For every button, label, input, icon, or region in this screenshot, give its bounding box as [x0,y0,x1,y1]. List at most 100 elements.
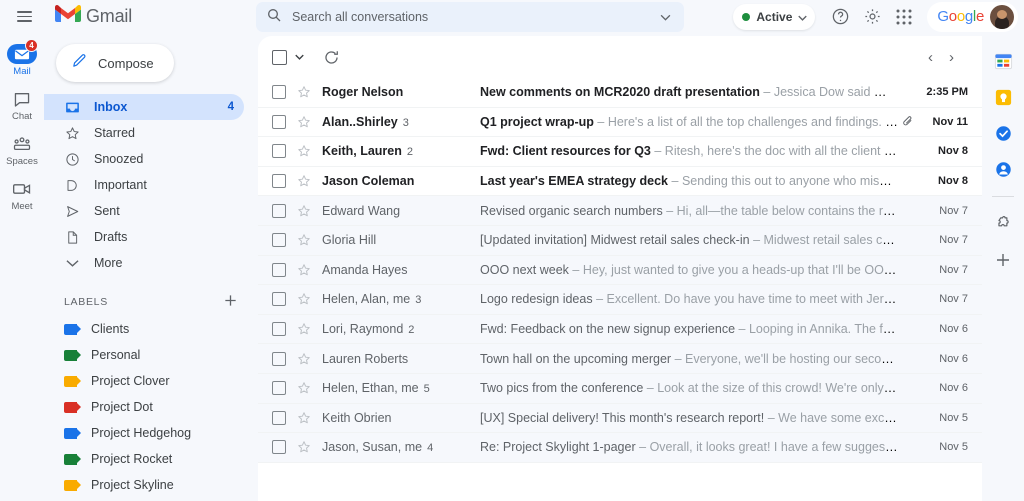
sidebar-item-starred[interactable]: Starred [44,120,244,146]
table-row[interactable]: Alan..Shirley 3 Q1 project wrap-up – Her… [258,107,982,138]
row-checkbox[interactable] [272,114,286,129]
rail-item-meet[interactable]: Meet [0,174,44,216]
label-item-personal[interactable]: Personal [44,342,244,368]
search-bar[interactable] [256,2,684,32]
compose-button[interactable]: Compose [56,44,174,82]
star-icon[interactable] [296,292,312,306]
row-checkbox[interactable] [272,322,286,337]
row-checkbox[interactable] [272,292,286,307]
chevron-right-icon[interactable]: › [949,50,954,65]
plus-icon[interactable] [992,249,1014,271]
row-sender: Amanda Hayes [322,263,472,277]
chevron-down-icon[interactable] [798,8,808,26]
star-icon[interactable] [296,85,312,99]
label-item-project-dot[interactable]: Project Dot [44,394,244,420]
label-item-clients[interactable]: Clients [44,316,244,342]
select-all-checkbox[interactable] [272,49,287,65]
label-item-project-rocket[interactable]: Project Rocket [44,446,244,472]
row-snippet: – Look at the size of this crowd! We're … [646,381,898,396]
row-checkbox[interactable] [272,351,286,366]
table-row[interactable]: Keith Obrien [UX] Special delivery! This… [258,403,982,434]
table-row[interactable]: Helen, Ethan, me 5 Two pics from the con… [258,373,982,404]
table-row[interactable]: Gloria Hill [Updated invitation] Midwest… [258,225,982,256]
row-checkbox[interactable] [272,144,286,159]
star-icon[interactable] [296,411,312,425]
hamburger-icon[interactable] [8,0,41,33]
sidebar-item-snoozed[interactable]: Snoozed [44,146,244,172]
row-checkbox[interactable] [272,85,286,100]
label-item-project-clover[interactable]: Project Clover [44,368,244,394]
refresh-icon[interactable] [320,46,342,68]
help-icon[interactable] [825,2,855,32]
chevron-down-icon[interactable] [656,8,674,26]
select-all-chevron-down-icon[interactable] [292,54,306,60]
star-icon[interactable] [296,233,312,247]
contacts-icon[interactable] [992,158,1014,180]
table-row[interactable]: Roger Nelson New comments on MCR2020 dra… [258,78,982,108]
row-sender: Jason, Susan, me 4 [322,440,472,454]
star-icon[interactable] [296,144,312,158]
row-checkbox[interactable] [272,174,286,189]
rail-item-spaces[interactable]: Spaces [0,129,44,171]
star-icon[interactable] [296,322,312,336]
apps-grid-icon[interactable] [889,2,919,32]
star-icon[interactable] [296,352,312,366]
table-row[interactable]: Lori, Raymond 2 Fwd: Feedback on the new… [258,314,982,345]
table-row[interactable]: Amanda Hayes OOO next week – Hey, just w… [258,255,982,286]
star-icon[interactable] [296,174,312,188]
search-input[interactable] [292,10,656,24]
table-row[interactable]: Keith, Lauren 2 Fwd: Client resources fo… [258,137,982,167]
row-checkbox[interactable] [272,262,286,277]
tasks-icon[interactable] [992,122,1014,144]
avatar[interactable] [990,4,1014,29]
row-subject: Fwd: Feedback on the new signup experien… [480,322,736,337]
sidebar-item-inbox[interactable]: Inbox 4 [44,94,244,120]
table-row[interactable]: Jason Coleman Last year's EMEA strategy … [258,166,982,197]
table-row[interactable]: Jason, Susan, me 4 Re: Project Skylight … [258,433,982,463]
label-color-icon [64,323,81,335]
star-icon[interactable] [296,381,312,395]
sender-name: Edward Wang [322,203,401,218]
row-subject: [UX] Special delivery! This month's rese… [480,410,765,425]
chevron-left-icon[interactable]: ‹ [928,50,933,65]
puzzle-addon-icon[interactable] [992,213,1014,235]
row-snippet: – Jessica Dow said What about Eva... [763,85,898,100]
row-sender: Helen, Alan, me 3 [322,292,472,306]
star-icon[interactable] [296,263,312,277]
star-icon[interactable] [296,440,312,454]
table-row[interactable]: Lauren Roberts Town hall on the upcoming… [258,344,982,374]
sidebar-item-important[interactable]: Important [44,172,244,198]
table-row[interactable]: Helen, Alan, me 3 Logo redesign ideas – … [258,285,982,315]
label-name: Project Hedgehog [91,426,192,440]
mail-unread-badge: 4 [25,39,38,52]
row-checkbox[interactable] [272,233,286,248]
google-account-chip[interactable]: Google [927,1,1018,32]
rail-item-mail[interactable]: 4 Mail [0,39,44,81]
brand[interactable]: Gmail [55,4,132,29]
row-checkbox[interactable] [272,381,286,396]
row-checkbox[interactable] [272,440,286,455]
row-sender: Keith, Lauren 2 [322,144,472,158]
mail-icon: 4 [5,39,39,65]
plus-icon[interactable] [223,293,238,312]
label-item-project-skyline[interactable]: Project Skyline [44,472,244,498]
gear-icon[interactable] [857,2,887,32]
pencil-icon [71,52,88,74]
label-color-icon [64,479,81,491]
sidebar-item-more[interactable]: More [44,250,244,276]
rail-item-chat[interactable]: Chat [0,84,44,126]
keep-icon[interactable] [992,86,1014,108]
row-message: New comments on MCR2020 draft presentati… [480,85,898,99]
label-item-project-hedgehog[interactable]: Project Hedgehog [44,420,244,446]
star-icon[interactable] [296,204,312,218]
row-checkbox[interactable] [272,410,286,425]
row-checkbox[interactable] [272,203,286,218]
calendar-icon[interactable] [992,50,1014,72]
sidebar-item-sent[interactable]: Sent [44,198,244,224]
table-row[interactable]: Edward Wang Revised organic search numbe… [258,196,982,226]
sidebar-item-drafts[interactable]: Drafts [44,224,244,250]
status-badge[interactable]: Active [733,3,816,30]
row-message: Fwd: Client resources for Q3 – Ritesh, h… [480,144,898,158]
star-icon[interactable] [296,115,312,129]
header-actions: Active Google [733,0,1024,33]
